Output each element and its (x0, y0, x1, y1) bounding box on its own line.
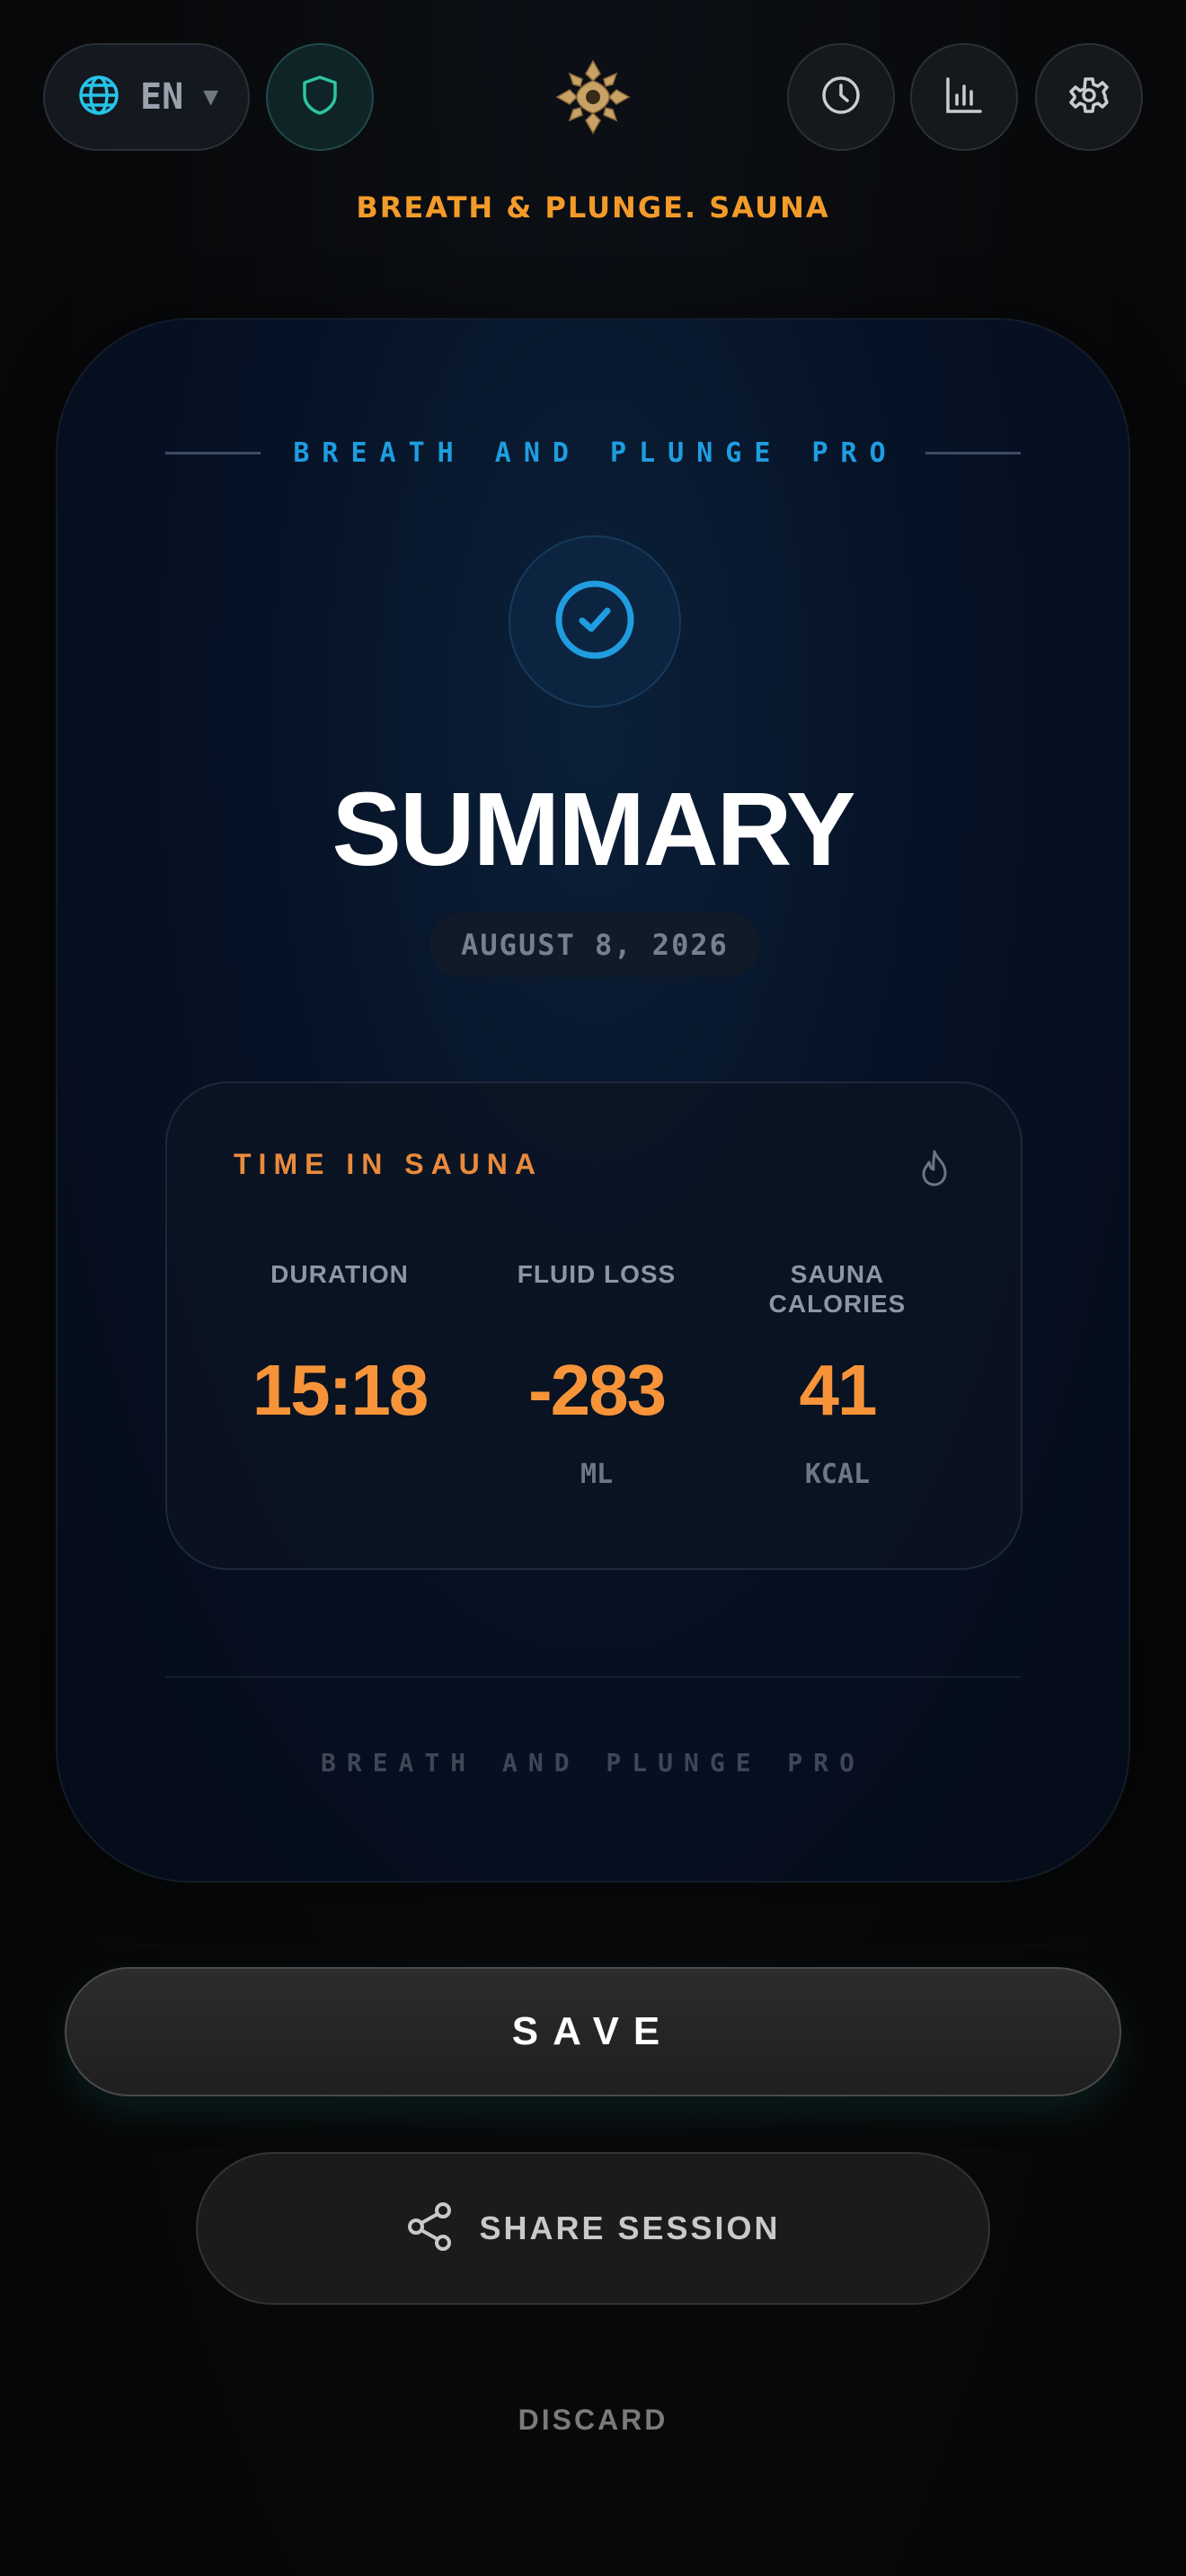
success-badge (509, 535, 681, 708)
sauna-stats-panel: TIME IN SAUNA DURATION 15:18 FLUID LOSS … (165, 1081, 1022, 1570)
brand-label: BREATH AND PLUNGE PRO (293, 437, 898, 469)
stat-value: 15:18 (252, 1350, 429, 1430)
privacy-shield-button[interactable] (266, 43, 374, 151)
stat-label: FLUID LOSS (517, 1260, 677, 1288)
stat-value: 41 (799, 1350, 878, 1430)
app-subtitle: BREATH & PLUNGE. SAUNA (356, 190, 830, 225)
brand-header: BREATH AND PLUNGE PRO (165, 435, 1022, 471)
summary-card: BREATH AND PLUNGE PRO SUMMARY AUGUST 8, … (56, 318, 1130, 1883)
chevron-down-icon: ▼ (203, 85, 219, 109)
share-icon (405, 2201, 454, 2255)
stat-label: DURATION (270, 1260, 409, 1288)
footer-brand: BREATH AND PLUNGE PRO (320, 1748, 865, 1778)
ornament-logo (553, 57, 633, 137)
clock-icon (819, 74, 863, 120)
flame-icon (916, 1148, 952, 1191)
share-label: SHARE SESSION (479, 2210, 781, 2246)
stat-unit: KCAL (804, 1459, 871, 1490)
gear-icon (1067, 74, 1111, 120)
stat-label: SAUNA CALORIES (768, 1260, 907, 1318)
check-circle-icon (553, 578, 636, 665)
history-button[interactable] (787, 43, 895, 151)
session-date: AUGUST 8, 2026 (429, 913, 760, 977)
stat-duration: DURATION 15:18 (232, 1259, 447, 1430)
divider (165, 1676, 1021, 1678)
save-button[interactable]: SAVE (65, 1967, 1121, 2096)
section-title: TIME IN SAUNA (234, 1148, 543, 1180)
settings-button[interactable] (1035, 43, 1143, 151)
discard-button[interactable]: DISCARD (0, 2404, 1186, 2437)
language-code: EN (140, 76, 184, 118)
stat-fluid-loss: FLUID LOSS -283 ML (489, 1259, 704, 1490)
bar-chart-icon (943, 74, 986, 120)
statistics-button[interactable] (910, 43, 1018, 151)
page-title: SUMMARY (332, 771, 855, 887)
stat-unit: ML (580, 1459, 614, 1490)
divider (925, 451, 1022, 454)
language-selector[interactable]: EN ▼ (43, 43, 250, 151)
globe-icon (77, 74, 120, 120)
shield-icon (300, 74, 340, 120)
stat-value: -283 (527, 1350, 667, 1430)
stat-calories: SAUNA CALORIES 41 KCAL (730, 1259, 945, 1490)
divider (165, 451, 261, 454)
share-session-button[interactable]: SHARE SESSION (196, 2152, 990, 2305)
